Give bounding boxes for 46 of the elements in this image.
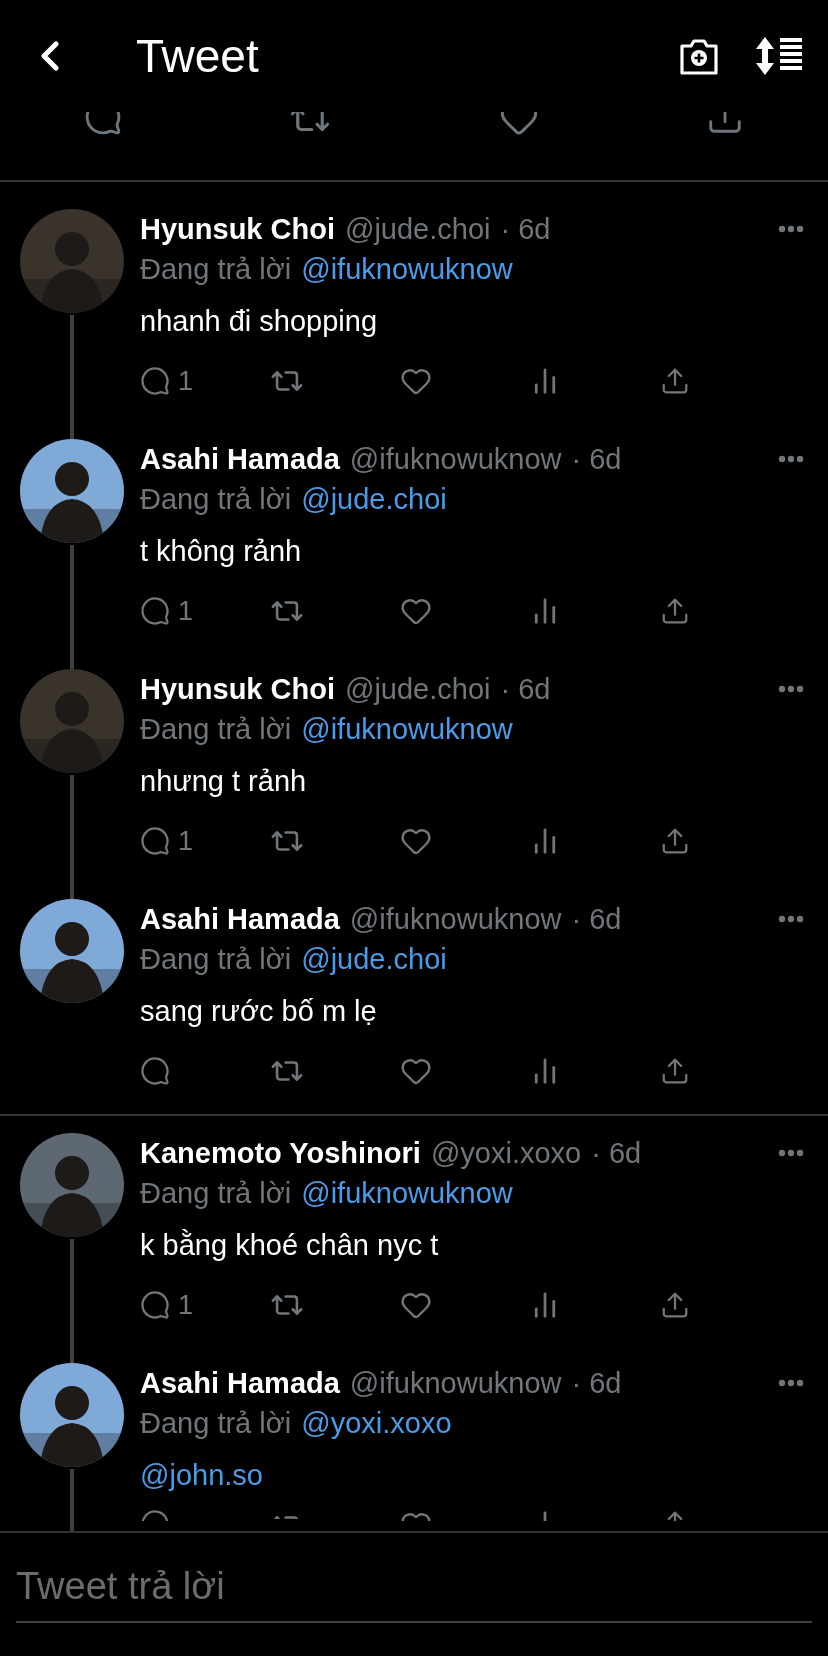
- reply-count: 1: [178, 595, 194, 627]
- user-name: Hyunsuk Choi: [140, 212, 335, 246]
- mention-link[interactable]: @john.so: [140, 1459, 263, 1491]
- page-title: Tweet: [136, 29, 260, 83]
- mention-link[interactable]: @yoxi.xoxo: [301, 1403, 452, 1443]
- mention-link[interactable]: @jude.choi: [301, 479, 447, 519]
- reply-button[interactable]: 1: [140, 1289, 270, 1321]
- replying-to-label: Đang trả lời: [140, 942, 292, 977]
- mention-link[interactable]: @jude.choi: [301, 939, 447, 979]
- tweet-time: · 6d: [591, 1136, 642, 1170]
- user-handle: @ifuknowuknow: [349, 442, 562, 476]
- tweet-time: · 6d: [500, 212, 551, 246]
- tweet-time: · 6d: [571, 442, 622, 476]
- user-handle: @jude.choi: [344, 212, 491, 246]
- tweet-text: nhưng t rảnh: [140, 764, 308, 799]
- user-name: Asahi Hamada: [140, 442, 340, 476]
- tweet-text: t không rảnh: [140, 534, 303, 569]
- mention-link[interactable]: @ifuknowuknow: [301, 249, 513, 289]
- user-handle: @ifuknowuknow: [349, 902, 562, 936]
- user-name: Kanemoto Yoshinori: [140, 1136, 421, 1170]
- reply-count: 1: [178, 365, 194, 397]
- mention-link[interactable]: @ifuknowuknow: [301, 1173, 513, 1213]
- reply-count: 1: [178, 1289, 194, 1321]
- reply-button[interactable]: 1: [140, 825, 270, 857]
- reply-field[interactable]: Tweet trả lời: [16, 1551, 812, 1623]
- replying-to-label: Đang trả lời: [140, 1406, 292, 1441]
- tweet-time: · 6d: [500, 672, 551, 706]
- user-name: Asahi Hamada: [140, 902, 340, 936]
- replying-to-label: Đang trả lời: [140, 252, 292, 287]
- tweet-text: k bằng khoé chân nyc t: [140, 1228, 440, 1263]
- tweet-time: · 6d: [571, 1366, 622, 1400]
- replying-to-label: Đang trả lời: [140, 482, 292, 517]
- replying-to-label: Đang trả lời: [140, 1176, 292, 1211]
- user-name: Hyunsuk Choi: [140, 672, 335, 706]
- replying-to-label: Đang trả lời: [140, 712, 292, 747]
- tweet-time: · 6d: [571, 902, 622, 936]
- tweet-text: nhanh đi shopping: [140, 304, 379, 339]
- tweet-text: sang rước bố m lẹ: [140, 994, 378, 1029]
- user-handle: @yoxi.xoxo: [430, 1136, 582, 1170]
- user-name: Asahi Hamada: [140, 1366, 340, 1400]
- mention-link[interactable]: @ifuknowuknow: [301, 709, 513, 749]
- reply-button[interactable]: 1: [140, 365, 270, 397]
- reply-button[interactable]: 1: [140, 595, 270, 627]
- user-handle: @jude.choi: [344, 672, 491, 706]
- user-handle: @ifuknowuknow: [349, 1366, 562, 1400]
- reply-count: 1: [178, 825, 194, 857]
